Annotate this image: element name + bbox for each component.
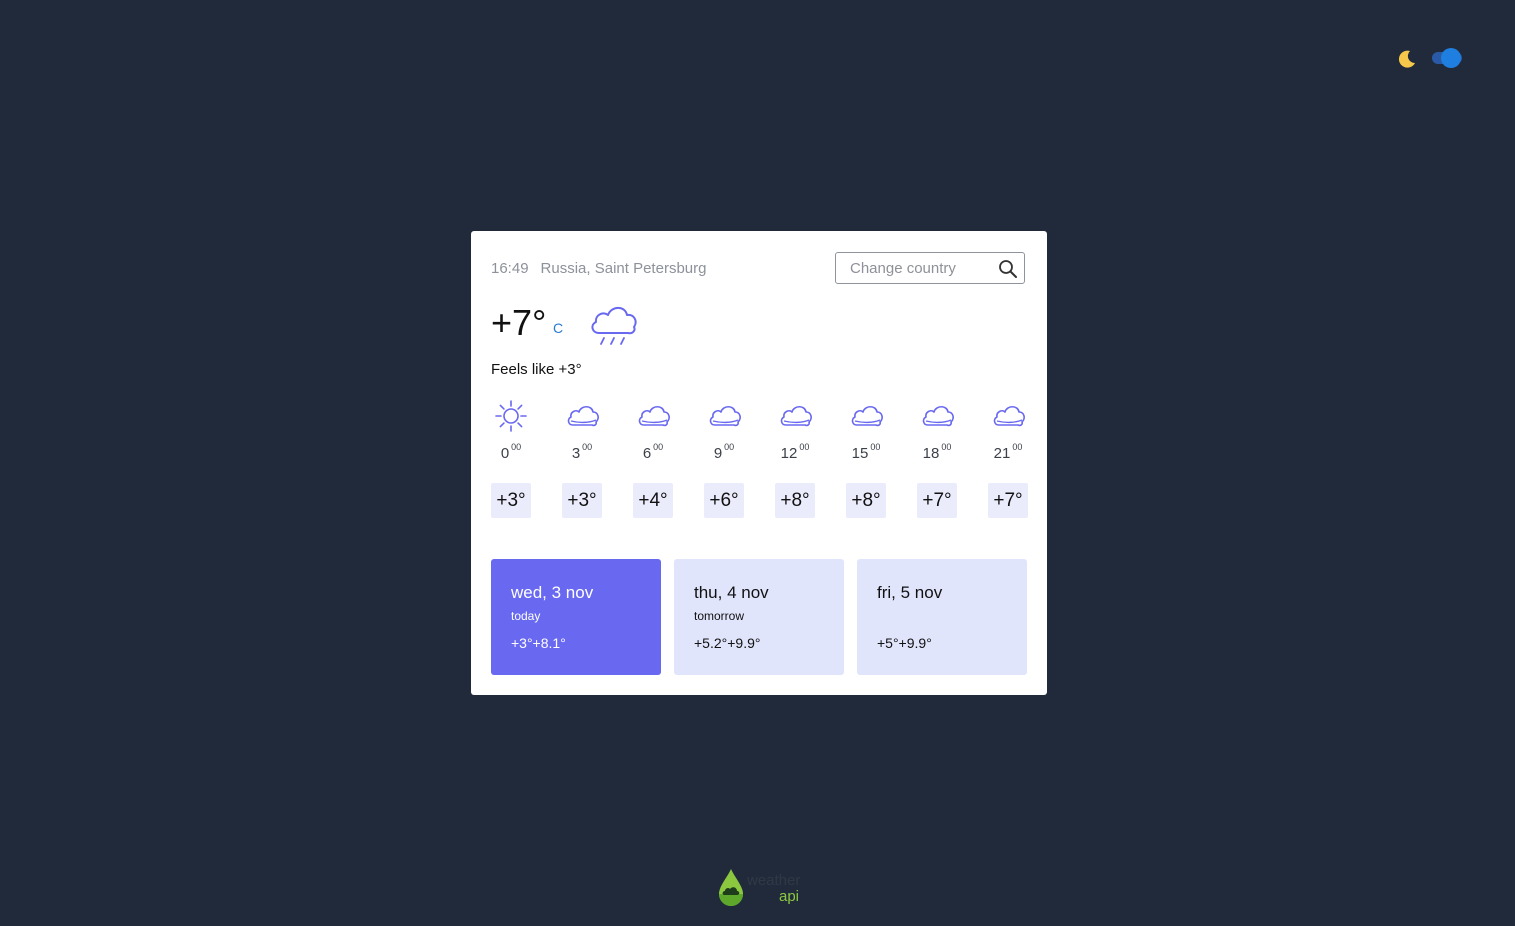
hour-value: 21 xyxy=(993,445,1011,462)
cloud-icon xyxy=(709,405,741,427)
hour-value: 12 xyxy=(780,445,798,462)
hour-label: 12 00 xyxy=(775,442,815,462)
toggle-knob[interactable] xyxy=(1441,48,1461,68)
day-card[interactable]: wed, 3 nov today +3°+8.1° xyxy=(491,559,661,675)
weather-card: 16:49 Russia, Saint Petersburg +7° C Feel… xyxy=(471,231,1047,695)
day-card[interactable]: thu, 4 nov tomorrow +5.2°+9.9° xyxy=(674,559,844,675)
cloud-icon xyxy=(993,405,1025,427)
day-temperature-range: +5°+9.9° xyxy=(877,635,932,651)
day-name: fri, 5 nov xyxy=(877,583,943,602)
day-card[interactable]: fri, 5 nov +5°+9.9° xyxy=(857,559,1027,675)
feels-like: Feels like +3° xyxy=(491,361,582,378)
cloud-icon xyxy=(638,405,670,427)
minute-value: 00 xyxy=(653,442,664,452)
hour-value: 18 xyxy=(922,445,940,462)
day-name: thu, 4 nov xyxy=(694,583,769,602)
hour-label: 21 00 xyxy=(988,442,1028,462)
current-temperature: +7° xyxy=(491,302,547,343)
day-subtitle: today xyxy=(511,609,541,623)
hour-temperature: +7° xyxy=(988,483,1028,518)
hour-temperature: +7° xyxy=(917,483,957,518)
moon-icon xyxy=(1398,50,1415,68)
day-temperature-range: +3°+8.1° xyxy=(511,635,566,651)
hour-temperature: +8° xyxy=(775,483,815,518)
temperature-unit: C xyxy=(553,320,564,336)
hour-label: 9 00 xyxy=(704,442,744,462)
header: 16:49 Russia, Saint Petersburg xyxy=(491,260,706,277)
hour-value: 0 xyxy=(500,445,510,462)
hour-temperature: +8° xyxy=(846,483,886,518)
hour-temperature: +3° xyxy=(562,483,602,518)
current-time: 16:49 xyxy=(491,260,529,277)
search-box[interactable] xyxy=(835,252,1025,284)
logo-text-weather: weather xyxy=(747,872,801,889)
day-temperature-range: +5.2°+9.9° xyxy=(694,635,761,651)
hour-temperature: +6° xyxy=(704,483,744,518)
weatherapi-logo[interactable]: weather api xyxy=(717,866,807,908)
minute-value: 00 xyxy=(511,442,522,452)
minute-value: 00 xyxy=(941,442,952,452)
cloud-icon xyxy=(851,405,883,427)
sun-icon xyxy=(495,400,527,432)
minute-value: 00 xyxy=(582,442,593,452)
minute-value: 00 xyxy=(870,442,881,452)
cloud-icon xyxy=(780,405,812,427)
hour-label: 18 00 xyxy=(917,442,957,462)
hour-label: 0 00 xyxy=(491,442,531,462)
hour-value: 9 xyxy=(713,445,723,462)
hour-value: 3 xyxy=(571,445,581,462)
day-name: wed, 3 nov xyxy=(511,583,594,602)
location: Russia, Saint Petersburg xyxy=(540,260,707,277)
minute-value: 00 xyxy=(724,442,735,452)
day-subtitle: tomorrow xyxy=(694,609,745,623)
minute-value: 00 xyxy=(799,442,810,452)
hour-value: 15 xyxy=(851,445,869,462)
cloud-icon xyxy=(567,405,599,427)
hour-label: 3 00 xyxy=(562,442,602,462)
minute-value: 00 xyxy=(1012,442,1023,452)
hour-value: 6 xyxy=(642,445,652,462)
search-icon[interactable] xyxy=(998,259,1018,279)
hourly-forecast: 0 00 +3° 3 00 +3° 6 00 +4° 9 00 +6° 12 00 +8° 15 00 +8° 18… xyxy=(491,399,1028,523)
search-input[interactable] xyxy=(850,260,990,277)
daily-forecast: wed, 3 nov today +3°+8.1° thu, 4 nov tomorro… xyxy=(491,559,1027,675)
theme-switch[interactable] xyxy=(1397,47,1471,71)
logo-text-api: api xyxy=(779,888,800,905)
rain-cloud-icon xyxy=(591,306,637,345)
hour-label: 6 00 xyxy=(633,442,673,462)
droplet-logo-icon xyxy=(719,869,743,906)
hour-temperature: +3° xyxy=(491,483,531,518)
cloud-icon xyxy=(922,405,954,427)
hour-label: 15 00 xyxy=(846,442,886,462)
hour-temperature: +4° xyxy=(633,483,673,518)
